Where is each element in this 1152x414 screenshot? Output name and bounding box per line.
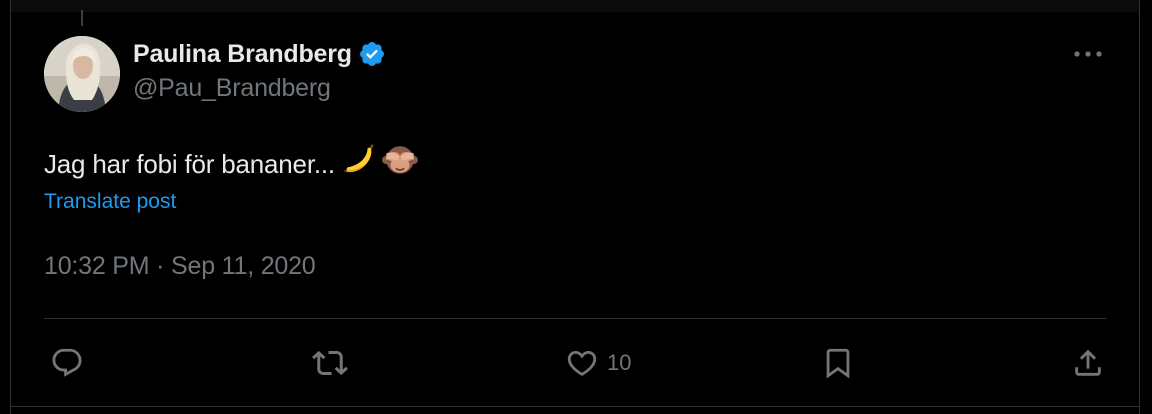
thread-connector-line xyxy=(81,10,83,26)
bookmark-icon xyxy=(826,348,850,379)
avatar-image xyxy=(44,36,120,112)
see-no-evil-monkey-emoji xyxy=(381,142,419,187)
translate-post-link[interactable]: Translate post xyxy=(44,190,176,214)
tweet-timestamp[interactable]: 10:32 PM · Sep 11, 2020 xyxy=(44,252,316,281)
tweet-text: Jag har fobi för bananer... xyxy=(44,142,419,187)
verified-badge-icon xyxy=(358,40,386,68)
like-button[interactable]: 10 xyxy=(565,336,631,390)
more-options-button[interactable] xyxy=(1071,42,1105,66)
author-display-name[interactable]: Paulina Brandberg xyxy=(133,40,352,69)
bookmark-button[interactable] xyxy=(821,336,855,390)
tweet-text-content: Jag har fobi för bananer... xyxy=(44,149,335,179)
author-block: Paulina Brandberg @Pau_Brandberg xyxy=(133,38,386,103)
top-strip xyxy=(11,0,1139,12)
share-icon xyxy=(1075,349,1101,376)
share-button[interactable] xyxy=(1071,336,1105,390)
action-bar: 10 xyxy=(44,336,1106,390)
retweet-button[interactable] xyxy=(312,336,348,390)
tweet-card: Paulina Brandberg @Pau_Brandberg Jag har… xyxy=(10,0,1140,414)
retweet-icon xyxy=(312,350,348,376)
reply-button[interactable] xyxy=(50,336,84,390)
more-dots-icon xyxy=(1074,51,1102,57)
like-count: 10 xyxy=(607,350,632,375)
bottom-divider xyxy=(11,406,1139,407)
divider xyxy=(44,318,1106,319)
avatar[interactable] xyxy=(44,36,120,112)
author-handle[interactable]: @Pau_Brandberg xyxy=(133,74,386,103)
banana-emoji xyxy=(339,142,377,187)
reply-icon xyxy=(52,348,82,377)
heart-icon xyxy=(567,350,597,376)
